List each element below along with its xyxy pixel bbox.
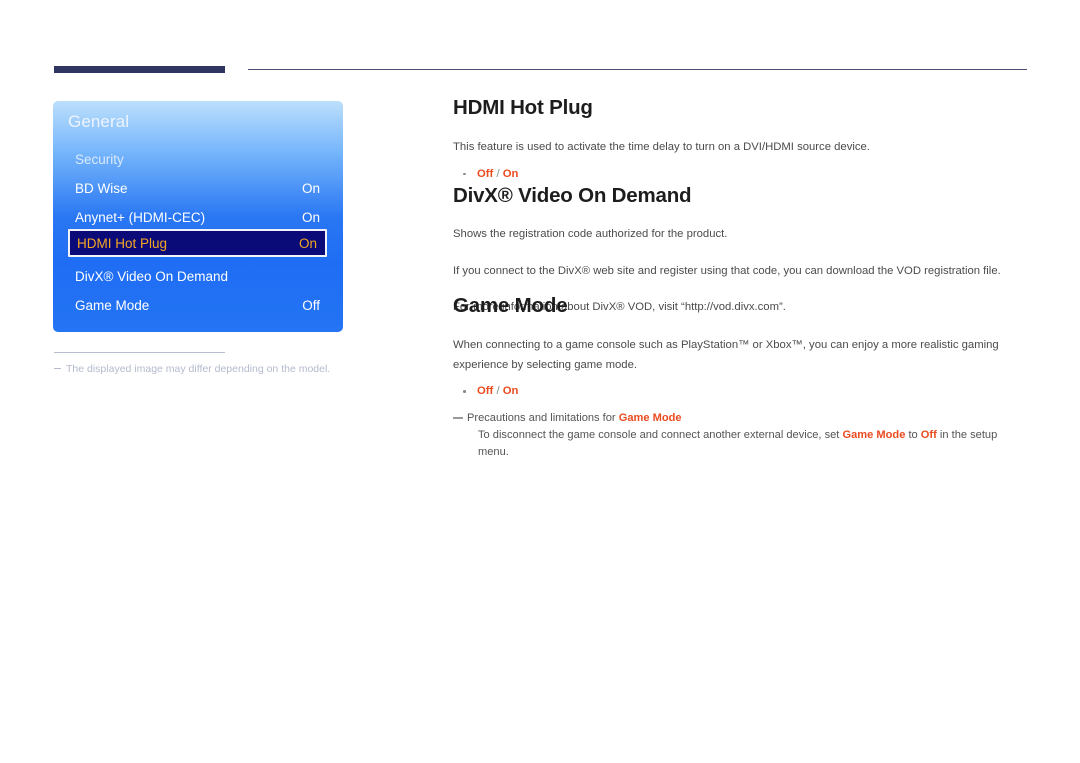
option-bullet-off-on: Off / On — [453, 165, 1028, 184]
section-heading: DivX® Video On Demand — [453, 184, 692, 207]
osd-item-label: HDMI Hot Plug — [77, 235, 168, 251]
dash-marker-icon — [54, 367, 61, 369]
option-separator: / — [493, 385, 503, 397]
osd-menu-panel: General Security BD Wise On Anynet+ (HDM… — [53, 101, 343, 332]
note-heading-emphasis: Game Mode — [618, 412, 682, 424]
footnote-text-row: The displayed image may differ depending… — [54, 363, 354, 375]
note-sub-emphasis-1: Game Mode — [842, 429, 906, 441]
section-body-line-1: Shows the registration code authorized f… — [453, 228, 728, 240]
header-accent-bar — [54, 66, 225, 73]
option-off: Off — [477, 167, 494, 180]
page-header-rule — [54, 66, 1027, 76]
osd-item-label: DivX® Video On Demand — [75, 269, 229, 284]
section-game-mode: Game Mode When connecting to a game cons… — [453, 294, 1028, 461]
bullet-dot-icon — [463, 172, 466, 175]
section-body-line-2: If you connect to the DivX® web site and… — [453, 264, 1001, 277]
osd-item-label: Game Mode — [75, 298, 150, 313]
note-sub-part-1: To disconnect the game console and conne… — [478, 429, 843, 441]
osd-menu-item-hdmi-hot-plug-selected[interactable]: HDMI Hot Plug On — [68, 229, 327, 257]
option-on: On — [502, 167, 519, 180]
osd-item-label: Security — [75, 152, 124, 167]
osd-item-value: On — [301, 181, 320, 196]
header-thin-rule — [248, 69, 1027, 70]
footnote-divider — [54, 352, 225, 353]
footnote-text: The displayed image may differ depending… — [66, 363, 331, 375]
note-heading: Precautions and limitations for Game Mod… — [467, 410, 1028, 427]
osd-panel-title: General — [68, 112, 130, 131]
precautions-note: Precautions and limitations for Game Mod… — [453, 410, 1028, 461]
note-sub-part-2: to — [905, 429, 921, 441]
section-heading: Game Mode — [453, 294, 568, 317]
section-body: This feature is used to activate the tim… — [453, 141, 870, 153]
note-sub-emphasis-2: Off — [920, 429, 937, 441]
osd-menu-item-security[interactable]: Security — [53, 145, 343, 174]
option-on: On — [502, 385, 519, 397]
section-hdmi-hot-plug: HDMI Hot Plug This feature is used to ac… — [453, 96, 1028, 184]
note-subtext: To disconnect the game console and conne… — [467, 427, 1028, 461]
option-off: Off — [477, 385, 494, 397]
osd-item-value: Off — [302, 298, 320, 313]
osd-item-label: BD Wise — [75, 181, 128, 196]
note-heading-prefix: Precautions and limitations for — [467, 412, 619, 424]
dash-marker-icon — [453, 417, 463, 419]
osd-item-value: On — [301, 210, 320, 225]
option-separator: / — [493, 167, 503, 180]
osd-item-label: Anynet+ (HDMI-CEC) — [75, 210, 206, 225]
osd-menu-item-game-mode[interactable]: Game Mode Off — [53, 291, 343, 320]
osd-menu-item-bd-wise[interactable]: BD Wise On — [53, 174, 343, 203]
bullet-dot-icon — [463, 390, 466, 393]
osd-menu-item-anynet-hdmi-cec[interactable]: Anynet+ (HDMI-CEC) On — [53, 203, 343, 232]
section-body: When connecting to a game console such a… — [453, 339, 999, 371]
section-heading: HDMI Hot Plug — [453, 96, 593, 119]
osd-item-value: On — [298, 235, 317, 251]
panel-footnote: The displayed image may differ depending… — [54, 352, 354, 375]
osd-menu-item-divx-video-on-demand[interactable]: DivX® Video On Demand — [53, 262, 343, 291]
option-bullet-off-on: Off / On — [453, 382, 1028, 401]
